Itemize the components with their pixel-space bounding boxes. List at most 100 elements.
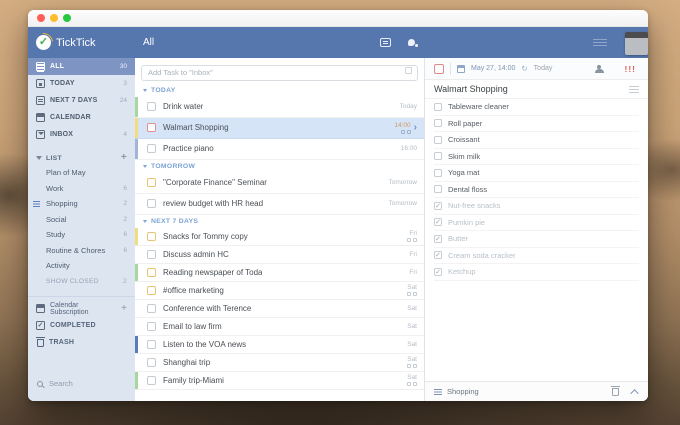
- sidebar-list-item[interactable]: SHOW CLOSED 2: [28, 274, 135, 290]
- sidebar-list-item[interactable]: Plan of May: [28, 165, 135, 181]
- checklist-checkbox[interactable]: [434, 102, 442, 111]
- add-list-button[interactable]: +: [121, 153, 127, 163]
- detail-list-name[interactable]: Shopping: [447, 387, 479, 396]
- sidebar-list-item[interactable]: Study 6: [28, 227, 135, 243]
- section-header-today[interactable]: TODAY: [135, 84, 424, 97]
- sidebar-smart-list-item[interactable]: TODAY 3: [28, 75, 135, 92]
- checklist-checkbox[interactable]: [434, 201, 442, 210]
- detail-task-checkbox[interactable]: [434, 63, 444, 74]
- checklist-checkbox[interactable]: [434, 119, 442, 128]
- checklist-item[interactable]: Pumkin pie: [434, 215, 639, 231]
- task-checkbox[interactable]: [147, 285, 156, 295]
- task-detail-title[interactable]: Walmart Shopping: [434, 84, 629, 94]
- search-field[interactable]: Search: [28, 379, 135, 388]
- task-checkbox[interactable]: [147, 267, 156, 277]
- mini-calendar-widget[interactable]: [625, 32, 648, 55]
- add-task-options-icon[interactable]: [405, 67, 412, 74]
- checklist-item[interactable]: Yoga mat: [434, 165, 639, 182]
- task-checkbox[interactable]: [147, 199, 156, 208]
- sidebar-list-item[interactable]: Work 6: [28, 181, 135, 197]
- sidebar-list-item[interactable]: Social 2: [28, 212, 135, 228]
- header-menu-icon[interactable]: [593, 39, 607, 40]
- task-date: Tomorrow: [388, 200, 417, 207]
- task-row[interactable]: #office marketing Sat: [135, 281, 424, 300]
- task-row[interactable]: Email to law firm Sat: [135, 317, 424, 336]
- sidebar-item-trash[interactable]: TRASH: [28, 334, 135, 351]
- checklist-item[interactable]: Skim milk: [434, 149, 639, 165]
- task-row[interactable]: "Corporate Finance" Seminar Tomorrow: [135, 172, 424, 194]
- sidebar-list-item[interactable]: Routine & Chores 6: [28, 243, 135, 259]
- checklist-item[interactable]: Tableware cleaner: [434, 99, 639, 116]
- checklist-menu-icon[interactable]: [629, 86, 639, 87]
- sidebar-list-item[interactable]: Activity: [28, 258, 135, 274]
- task-checkbox[interactable]: [147, 123, 156, 132]
- task-row[interactable]: Conference with Terence Sat: [135, 299, 424, 318]
- minimize-button[interactable]: [50, 14, 58, 22]
- task-checkbox[interactable]: [147, 249, 156, 259]
- task-title: Snacks for Tommy copy: [163, 231, 248, 241]
- task-checkbox[interactable]: [147, 375, 156, 385]
- sidebar-list-item[interactable]: Shopping 2: [28, 196, 135, 212]
- task-row[interactable]: Shanghai trip Sat: [135, 353, 424, 372]
- task-checkbox[interactable]: [147, 339, 156, 349]
- section-header-next-7-days[interactable]: NEXT 7 DAYS: [135, 215, 424, 228]
- priority-flags[interactable]: !!!: [625, 64, 637, 74]
- checklist-checkbox[interactable]: [434, 234, 442, 243]
- checklist-item[interactable]: Nut-free snacks: [434, 198, 639, 215]
- task-checkbox[interactable]: [147, 231, 156, 241]
- task-checkbox[interactable]: [147, 102, 156, 111]
- task-row[interactable]: review budget with HR head Tomorrow: [135, 193, 424, 215]
- overview-icon[interactable]: [380, 38, 391, 47]
- sidebar-item-completed[interactable]: ✓ COMPLETED: [28, 317, 135, 334]
- checklist-item[interactable]: Dental floss: [434, 182, 639, 198]
- list-count: 2: [123, 277, 127, 285]
- add-calendar-button[interactable]: +: [121, 303, 127, 314]
- task-checkbox[interactable]: [147, 357, 156, 367]
- checklist-checkbox[interactable]: [434, 267, 442, 276]
- checklist-item[interactable]: Ketchup: [434, 264, 639, 281]
- task-checkbox[interactable]: [147, 303, 156, 313]
- assign-icon[interactable]: [594, 64, 604, 73]
- checklist-checkbox[interactable]: [434, 251, 442, 260]
- task-row[interactable]: Drink water Today ›: [135, 96, 424, 118]
- task-row[interactable]: Listen to the VOA news Sat: [135, 335, 424, 354]
- task-date: Fri: [409, 230, 417, 237]
- task-row[interactable]: Family trip-Miami Sat: [135, 371, 424, 390]
- checklist-item[interactable]: Roll paper: [434, 116, 639, 132]
- checklist-label: Butter: [448, 234, 469, 244]
- checklist-checkbox[interactable]: [434, 135, 442, 144]
- notifications-icon[interactable]: [408, 39, 418, 47]
- collapse-panel-icon[interactable]: [630, 388, 639, 398]
- list-section-header[interactable]: LIST +: [28, 151, 135, 165]
- sidebar-smart-list-item[interactable]: INBOX 4: [28, 126, 135, 143]
- list-label: Activity: [46, 261, 70, 271]
- task-row[interactable]: Walmart Shopping 14:00 ›: [135, 117, 424, 139]
- section-header-tomorrow[interactable]: TOMORROW: [135, 160, 424, 173]
- task-row[interactable]: Snacks for Tommy copy Fri: [135, 227, 424, 246]
- due-date[interactable]: May 27, 14:00: [471, 65, 515, 72]
- sidebar-smart-list-item[interactable]: ALL 30: [28, 58, 135, 75]
- checklist-checkbox[interactable]: [434, 218, 442, 227]
- section-label: NEXT 7 DAYS: [151, 217, 199, 225]
- checklist-checkbox[interactable]: [434, 185, 442, 194]
- checklist-checkbox[interactable]: [434, 168, 442, 177]
- task-detail-panel: May 27, 14:00 ↻ Today !!! Walmart Shoppi…: [425, 58, 648, 401]
- checklist-item[interactable]: Croissant: [434, 132, 639, 149]
- checklist-item[interactable]: Cream soda cracker: [434, 248, 639, 264]
- checklist-item[interactable]: Butter: [434, 231, 639, 248]
- task-row[interactable]: Practice piano 16:00 ›: [135, 138, 424, 160]
- sidebar-item-calendar-subscription[interactable]: Calendar Subscription +: [28, 300, 135, 317]
- task-checkbox[interactable]: [147, 178, 156, 187]
- maximize-button[interactable]: [63, 14, 71, 22]
- delete-task-icon[interactable]: [611, 386, 620, 396]
- add-task-input[interactable]: [141, 64, 418, 81]
- close-button[interactable]: [37, 14, 45, 22]
- task-row[interactable]: Discuss admin HC Fri: [135, 245, 424, 264]
- sidebar-smart-list-item[interactable]: CALENDAR: [28, 109, 135, 126]
- sidebar-smart-list-item[interactable]: NEXT 7 DAYS 24: [28, 92, 135, 109]
- task-checkbox[interactable]: [147, 321, 156, 331]
- task-row[interactable]: Reading newspaper of Toda Fri: [135, 263, 424, 282]
- checklist-checkbox[interactable]: [434, 152, 442, 161]
- task-title: Drink water: [163, 102, 204, 111]
- task-checkbox[interactable]: [147, 144, 156, 153]
